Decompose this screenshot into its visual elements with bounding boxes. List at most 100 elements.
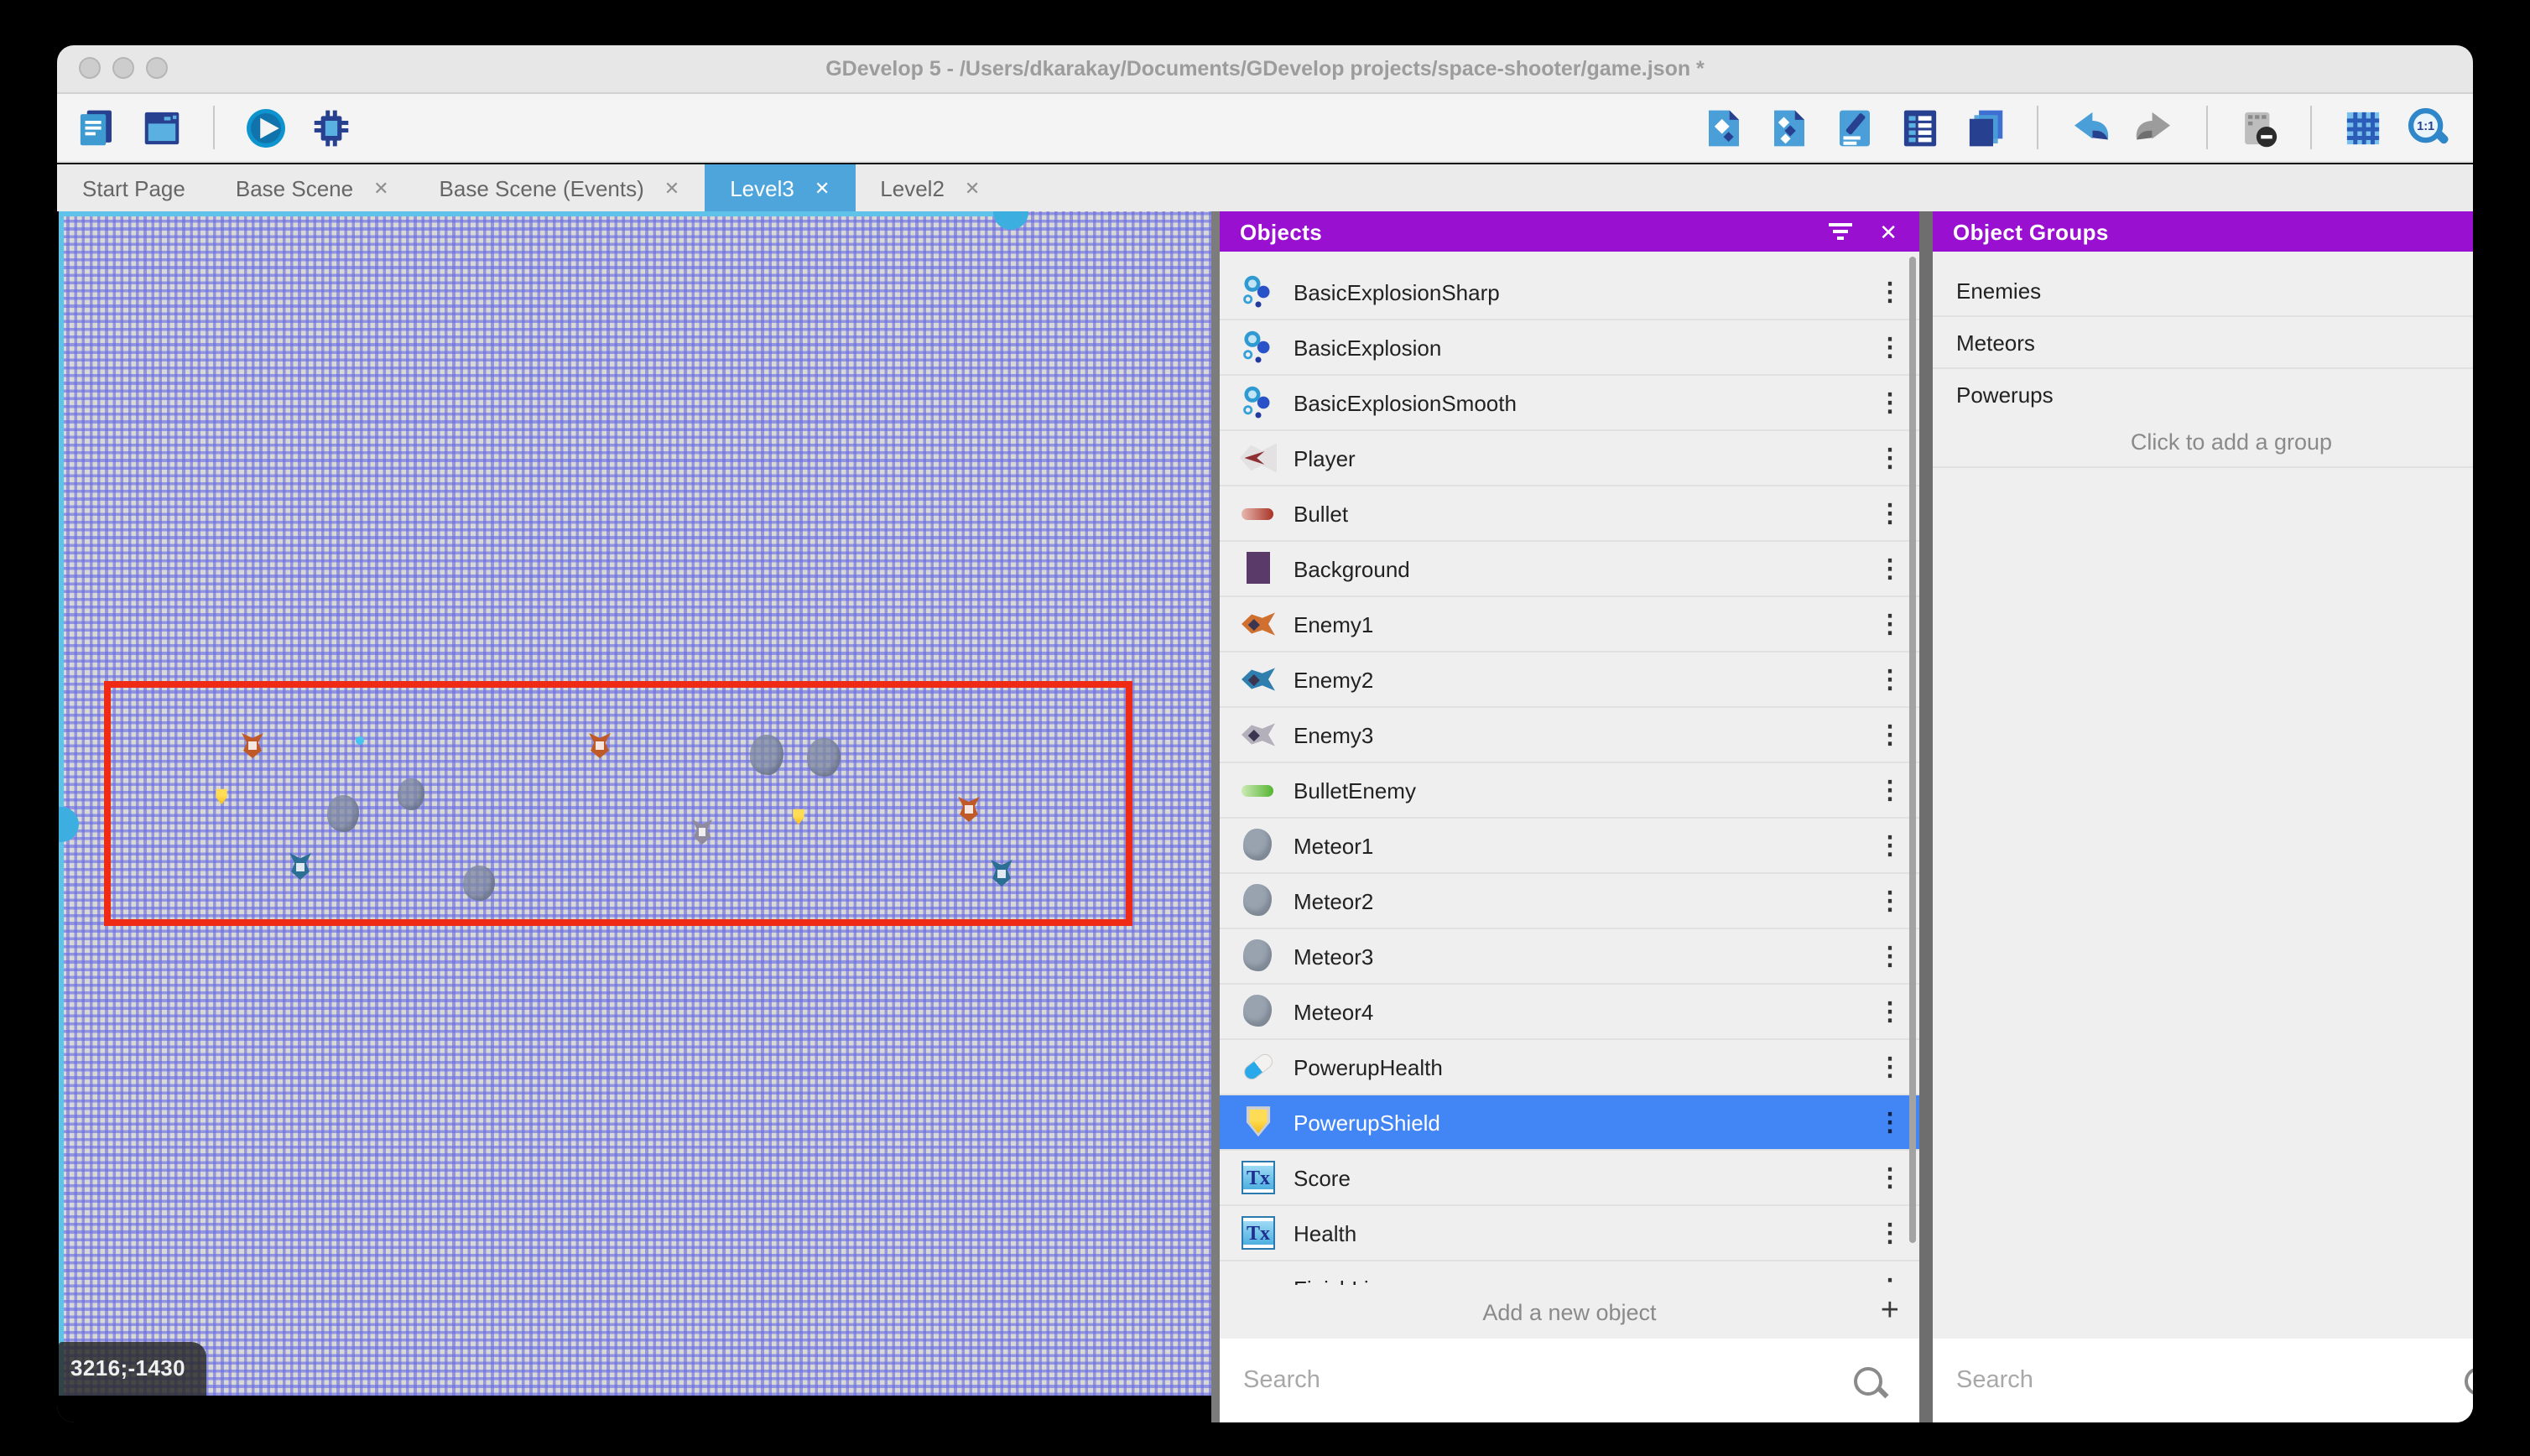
- instances-list-icon[interactable]: [1898, 105, 1943, 150]
- objects-editor-icon[interactable]: [1701, 105, 1747, 150]
- toggle-grid-icon[interactable]: [2340, 105, 2386, 150]
- panel-divider-2: [1919, 211, 1933, 1422]
- toolbar-divider: [2310, 106, 2312, 149]
- tab-bar: Start PageBase Scene✕Base Scene (Events)…: [57, 164, 2473, 211]
- tab-level3[interactable]: Level3✕: [705, 164, 855, 211]
- add-group-label: Click to add a group: [1933, 429, 2473, 454]
- groups-panel-header: Object Groups ✕: [1933, 211, 2473, 252]
- bulletenemy-icon: [1240, 772, 1277, 809]
- object-row-player[interactable]: Player⋮: [1220, 431, 1919, 486]
- vertical-scrollbar[interactable]: [59, 211, 64, 1396]
- meteor4-icon: [1240, 993, 1277, 1030]
- groups-search-input[interactable]: [1933, 1367, 2465, 1394]
- object-name: BulletEnemy: [1277, 777, 1416, 803]
- object-name: Enemy3: [1277, 722, 1373, 747]
- tab-base-scene-events[interactable]: Base Scene (Events)✕: [414, 164, 705, 211]
- scene-canvas[interactable]: 3216;-1430: [59, 211, 1211, 1396]
- objects-panel-header: Objects ✕: [1220, 211, 1919, 252]
- preview-play-icon[interactable]: [243, 105, 289, 150]
- enemy1-icon: [1240, 606, 1277, 642]
- add-group-row[interactable]: Click to add a group +: [1933, 416, 2473, 468]
- properties-icon[interactable]: [1832, 105, 1877, 150]
- object-row-bullet[interactable]: Bullet⋮: [1220, 486, 1919, 542]
- object-row-enemy1[interactable]: Enemy1⋮: [1220, 597, 1919, 653]
- object-name: Health: [1277, 1220, 1356, 1245]
- toggle-mask-icon[interactable]: [2236, 105, 2282, 150]
- scene-window-icon[interactable]: [139, 105, 185, 150]
- object-row-meteor3[interactable]: Meteor3⋮: [1220, 929, 1919, 985]
- tab-start-page[interactable]: Start Page: [57, 164, 211, 211]
- object-row-enemy2[interactable]: Enemy2⋮: [1220, 653, 1919, 708]
- instance-meteor2[interactable]: [807, 738, 841, 777]
- group-name: Powerups: [1933, 382, 2054, 407]
- close-tab-icon[interactable]: ✕: [664, 177, 679, 199]
- object-row-bulletenemy[interactable]: BulletEnemy⋮: [1220, 763, 1919, 819]
- object-name: Enemy2: [1277, 667, 1373, 692]
- undo-icon[interactable]: [2067, 105, 2112, 150]
- tab-label: Level2: [880, 175, 945, 200]
- group-row-meteors[interactable]: Meteors⋮: [1933, 317, 2473, 369]
- group-row-powerups[interactable]: Powerups⋮: [1933, 369, 2473, 421]
- groups-panel-title: Object Groups: [1933, 219, 2109, 244]
- instance-meteor1[interactable]: [750, 735, 783, 775]
- close-tab-icon[interactable]: ✕: [815, 177, 830, 199]
- object-row-meteor4[interactable]: Meteor4⋮: [1220, 985, 1919, 1040]
- zoom-1-1-icon[interactable]: 1:1: [2406, 105, 2451, 150]
- redo-icon[interactable]: [2132, 105, 2178, 150]
- horizontal-scrollbar-thumb[interactable]: [993, 211, 1028, 230]
- meteor3-icon: [1240, 938, 1277, 975]
- filter-icon[interactable]: [1829, 221, 1852, 242]
- object-name: BasicExplosionSmooth: [1277, 390, 1517, 415]
- layers-icon[interactable]: [1963, 105, 2008, 150]
- toolbar-divider: [2206, 106, 2208, 149]
- objects-panel: Objects ✕ BasicExplosionSharp⋮BasicExplo…: [1220, 211, 1919, 1422]
- object-row-meteor2[interactable]: Meteor2⋮: [1220, 874, 1919, 929]
- object-groups-icon[interactable]: [1767, 105, 1812, 150]
- object-row-basicexplosion[interactable]: BasicExplosion⋮: [1220, 320, 1919, 376]
- tab-level2[interactable]: Level2 ✕: [855, 164, 1005, 211]
- instance-meteor3[interactable]: [398, 778, 424, 810]
- objects-search-input[interactable]: [1220, 1367, 1854, 1394]
- titlebar: GDevelop 5 - /Users/dkarakay/Documents/G…: [57, 45, 2473, 94]
- project-manager-icon[interactable]: [74, 105, 119, 150]
- object-row-meteor1[interactable]: Meteor1⋮: [1220, 819, 1919, 874]
- debug-icon[interactable]: [309, 105, 354, 150]
- add-object-label: Add a new object: [1220, 1299, 1919, 1324]
- plus-icon[interactable]: +: [1881, 1293, 1899, 1330]
- object-name: Meteor3: [1277, 944, 1373, 969]
- window-title: GDevelop 5 - /Users/dkarakay/Documents/G…: [57, 45, 2473, 92]
- group-row-enemies[interactable]: Enemies⋮: [1933, 265, 2473, 317]
- tab-base-scene[interactable]: Base Scene✕: [211, 164, 414, 211]
- add-object-row[interactable]: Add a new object +: [1220, 1285, 1919, 1340]
- cursor-coordinates: 3216;-1430: [59, 1342, 206, 1396]
- object-row-background[interactable]: Background⋮: [1220, 542, 1919, 597]
- object-row-basicexplosionsharp[interactable]: BasicExplosionSharp⋮: [1220, 265, 1919, 320]
- close-tab-icon[interactable]: ✕: [965, 177, 980, 199]
- bullet-icon: [1240, 495, 1277, 532]
- vertical-scrollbar-thumb[interactable]: [59, 807, 79, 842]
- object-row-health[interactable]: TxHealth⋮: [1220, 1206, 1919, 1261]
- close-panel-icon[interactable]: ✕: [1879, 221, 1898, 242]
- object-row-score[interactable]: TxScore⋮: [1220, 1151, 1919, 1206]
- toolbar-right: 1:1: [1701, 105, 2473, 150]
- instance-poweruphealth[interactable]: [356, 736, 364, 745]
- meteor2-icon: [1240, 882, 1277, 919]
- object-name: BasicExplosionSharp: [1277, 279, 1500, 304]
- object-row-basicexplosionsmooth[interactable]: BasicExplosionSmooth⋮: [1220, 376, 1919, 431]
- instance-meteor4[interactable]: [327, 795, 359, 832]
- groups-search-row: [1933, 1339, 2473, 1422]
- meteor1-icon: [1240, 827, 1277, 864]
- poweruphealth-icon: [1240, 1048, 1277, 1085]
- objects-scrollbar-thumb[interactable]: [1909, 257, 1916, 1243]
- instance-meteor2[interactable]: [463, 866, 495, 901]
- object-name: Background: [1277, 556, 1410, 581]
- background-icon: [1240, 550, 1277, 587]
- toolbar-divider: [213, 106, 215, 149]
- object-row-powerupshield[interactable]: PowerupShield⋮: [1220, 1095, 1919, 1151]
- objects-panel-title: Objects: [1220, 219, 1322, 244]
- object-row-enemy3[interactable]: Enemy3⋮: [1220, 708, 1919, 763]
- object-row-poweruphealth[interactable]: PowerupHealth⋮: [1220, 1040, 1919, 1095]
- horizontal-scrollbar[interactable]: [59, 211, 1027, 216]
- close-tab-icon[interactable]: ✕: [373, 177, 388, 199]
- search-icon: [2465, 1366, 2473, 1395]
